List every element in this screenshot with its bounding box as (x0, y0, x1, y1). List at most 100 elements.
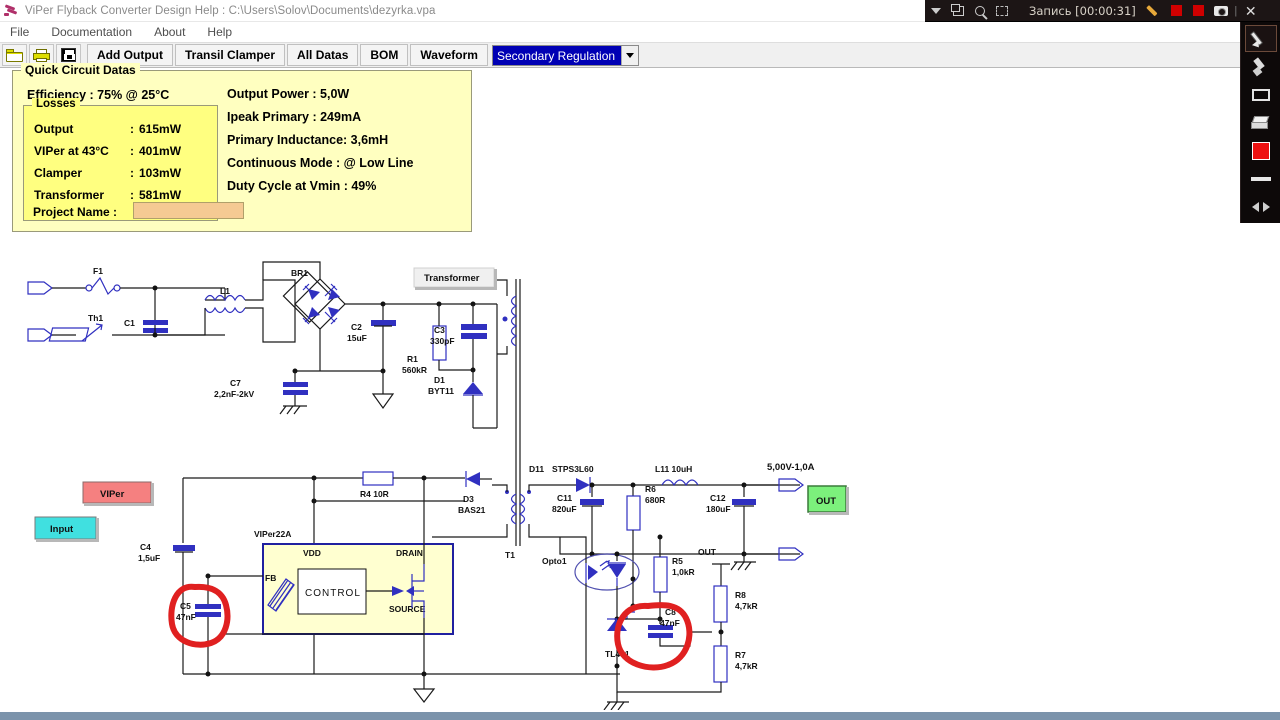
earth-ground-output (730, 554, 756, 571)
clamp-network: R1 560kR C3 330pF D1 BYT11 (383, 301, 498, 429)
pin-fb-label: FB (265, 573, 276, 583)
chassis-ground-primary (412, 674, 436, 703)
loss-value-transformer: 581mW (139, 188, 182, 202)
svg-text:F1: F1 (93, 266, 103, 276)
regulation-dropdown-value: Secondary Regulation (492, 45, 622, 65)
marker-tool[interactable] (1245, 53, 1277, 80)
svg-text:330pF: 330pF (430, 336, 455, 346)
chevron-down-icon[interactable] (925, 0, 947, 22)
viper-block-label: VIPer (100, 489, 125, 500)
svg-text:C12: C12 (710, 493, 726, 503)
svg-text:BAS21: BAS21 (458, 505, 486, 515)
crop-icon[interactable] (991, 0, 1013, 22)
pencil-icon[interactable] (1144, 0, 1166, 22)
svg-text:BR1: BR1 (291, 268, 308, 278)
duty-cycle-text: Duty Cycle at Vmin : 49% (227, 179, 377, 193)
quick-circuit-datas-panel: Quick Circuit Datas Efficiency : 75% @ 2… (12, 63, 472, 232)
svg-text:1,5uF: 1,5uF (138, 553, 160, 563)
svg-text:1,0kR: 1,0kR (672, 567, 695, 577)
project-name-label: Project Name : (33, 205, 118, 219)
loss-value-output: 615mW (139, 122, 182, 136)
svg-text:R7: R7 (735, 650, 746, 660)
menu-item-about[interactable]: About (152, 24, 187, 40)
out-block-label: OUT (816, 496, 836, 507)
waveform-button[interactable]: Waveform (410, 44, 488, 66)
loss-label-output: Output (34, 122, 74, 136)
menu-item-help[interactable]: Help (205, 24, 234, 40)
svg-text:560kR: 560kR (402, 365, 427, 375)
svg-text:C4: C4 (140, 542, 151, 552)
loss-row-transformer: Transformer : 581mW (34, 188, 181, 202)
menu-bar: File Documentation About Help (0, 22, 1280, 43)
chassis-ground-c2 (371, 393, 395, 410)
pin-drain-label: DRAIN (396, 548, 423, 558)
windows-icon[interactable] (947, 0, 969, 22)
loss-sep-viper: : (130, 144, 134, 158)
output-power-text: Output Power : 5,0W (227, 87, 350, 101)
input-block-label: Input (50, 524, 74, 535)
color-swatch[interactable] (1245, 137, 1277, 164)
viper22a-name: VIPer22A (254, 529, 291, 539)
pencil-tool[interactable] (1244, 25, 1277, 52)
recorder-bar: Запись [00:00:31] | ✕ (925, 0, 1280, 22)
color-swatch-icon (1251, 141, 1270, 160)
stop-icon[interactable] (1166, 0, 1188, 22)
line-thickness-icon (1250, 176, 1271, 181)
svg-text:R5: R5 (672, 556, 683, 566)
loss-sep-transformer: : (130, 188, 134, 202)
resistor-r6: R6 680R (626, 482, 665, 582)
svg-text:47nF: 47nF (660, 618, 680, 628)
svg-text:R1: R1 (407, 354, 418, 364)
svg-text:STPS3L60: STPS3L60 (552, 464, 594, 474)
out-block: OUT (807, 485, 849, 515)
camera-icon[interactable] (1210, 0, 1232, 22)
loss-label-clamper: Clamper (34, 166, 83, 180)
capacitor-c8: C8 47nF (617, 607, 712, 647)
rectangle-tool[interactable] (1245, 81, 1277, 108)
all-datas-button[interactable]: All Datas (287, 44, 359, 66)
record-icon[interactable] (1188, 0, 1210, 22)
project-name-input[interactable] (133, 202, 244, 219)
toolbar: Add Output Transil Clamper All Datas BOM… (0, 43, 1280, 68)
transformer-block: Transformer (413, 267, 497, 290)
thickness-tool[interactable] (1245, 165, 1277, 192)
search-icon[interactable] (969, 0, 991, 22)
close-icon[interactable]: ✕ (1240, 0, 1262, 22)
svg-text:180uF: 180uF (706, 504, 731, 514)
viper22a-ic: VIPer22A VDD DRAIN FB SOURCE CONTROL (254, 475, 454, 674)
svg-text:820uF: 820uF (552, 504, 577, 514)
svg-text:L11 10uH: L11 10uH (655, 464, 692, 474)
out-node-label: OUT (698, 547, 717, 557)
capacitor-c1: C1 (124, 285, 168, 338)
svg-text:D11: D11 (529, 464, 544, 474)
arrows-tool[interactable] (1245, 193, 1277, 220)
eraser-tool[interactable] (1245, 109, 1277, 136)
window-title: ViPer Flyback Converter Design Help : C:… (25, 4, 436, 17)
app-icon (4, 3, 20, 18)
arrows-icon (1251, 201, 1270, 212)
pencil-icon (1249, 29, 1271, 50)
svg-text:T1: T1 (505, 550, 515, 560)
svg-text:R6: R6 (645, 484, 656, 494)
ipeak-primary-text: Ipeak Primary : 249mA (227, 110, 362, 124)
chevron-down-icon[interactable] (621, 45, 639, 65)
svg-text:BYT11: BYT11 (428, 386, 454, 396)
transil-clamper-button[interactable]: Transil Clamper (174, 44, 286, 66)
menu-item-documentation[interactable]: Documentation (49, 24, 134, 40)
menu-item-file[interactable]: File (8, 24, 31, 40)
svg-text:4,7kR: 4,7kR (735, 661, 758, 671)
svg-text:D3: D3 (463, 494, 474, 504)
loss-value-viper: 401mW (139, 144, 182, 158)
thermistor-th1: Th1 (48, 313, 225, 342)
svg-text:C11: C11 (557, 493, 572, 503)
svg-text:C2: C2 (351, 322, 362, 332)
circuit-summary-column: Output Power : 5,0W Ipeak Primary : 249m… (227, 87, 413, 202)
svg-text:C5: C5 (180, 601, 191, 611)
schematic-canvas[interactable]: .w { stroke:#1a1a1a; stroke-width:1.2; f… (0, 234, 1240, 710)
svg-text:R8: R8 (735, 590, 746, 600)
loss-row-output: Output : 615mW (34, 122, 181, 136)
bom-button[interactable]: BOM (360, 44, 409, 66)
open-icon (6, 48, 23, 62)
capacitor-c7: C7 2,2nF-2kV (214, 368, 383, 415)
regulation-dropdown[interactable]: Secondary Regulation (491, 44, 640, 66)
